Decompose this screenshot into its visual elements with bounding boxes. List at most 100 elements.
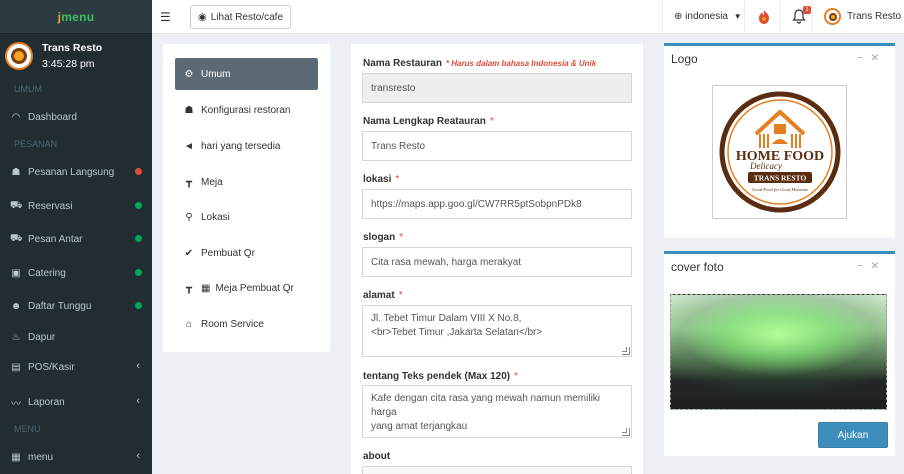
user-icon: ☻ [10, 300, 22, 312]
logo-image[interactable]: HOME FOOD Delicacy TRANS RESTO Good Food… [712, 85, 847, 219]
qrcode-icon: ▦ [201, 282, 211, 294]
handshake-icon: ✔ [184, 247, 194, 259]
top-navbar: ☰ ◉ Lihat Resto/cafe ⊕ indonesia ▼ 1 Tra… [152, 0, 904, 34]
status-dot-green [135, 202, 142, 209]
kitchen-alert-icon[interactable] [757, 9, 771, 28]
sidebar: jmenu Trans Resto 3:45:28 pm UMUM ◠ Dash… [0, 0, 152, 474]
caret-down-icon: ▼ [733, 12, 742, 21]
chevron-left-icon: ‹ [136, 360, 140, 372]
minimize-icon[interactable]: − [857, 261, 871, 272]
sidebar-user-panel: Trans Resto 3:45:28 pm [0, 34, 152, 78]
map-pin-icon: ⚲ [185, 211, 193, 223]
eye-icon: ◉ [198, 11, 207, 23]
hamburger-menu-icon[interactable]: ☰ [160, 10, 171, 24]
minimize-icon[interactable]: − [857, 53, 871, 64]
slogan-label: slogan * [363, 232, 404, 243]
sidebar-item-menu[interactable]: ▦ menu ‹ [0, 444, 152, 470]
settings-tab-meja[interactable]: ┳ Meja [175, 166, 318, 198]
avatar [824, 8, 841, 25]
language-dropdown[interactable]: ⊕ indonesia ▼ [674, 11, 742, 22]
home-icon: ⌂ [185, 318, 193, 330]
table-icon: ┳ [185, 282, 193, 294]
status-dot-red [135, 168, 142, 175]
sidebar-item-pesan-antar[interactable]: ⛟ Pesan Antar [0, 226, 152, 252]
view-resto-button[interactable]: ◉ Lihat Resto/cafe [190, 5, 291, 29]
status-dot-green [135, 235, 142, 242]
clipboard-icon: ▦ [11, 451, 21, 463]
cover-box-title: cover foto [671, 259, 724, 274]
logo-box-title: Logo [671, 51, 698, 66]
divider [812, 0, 813, 34]
full-name-label: Nama Lengkap Reatauran * [363, 116, 494, 127]
chevron-left-icon: ‹ [136, 450, 140, 462]
section-header-pesanan: PESANAN [14, 139, 58, 149]
notification-badge: 1 [803, 6, 811, 14]
address-label: alamat * [363, 290, 403, 301]
location-label: lokasi * [363, 174, 400, 185]
status-dot-green [135, 269, 142, 276]
close-icon[interactable]: ✕ [871, 53, 887, 64]
logo-text-tagline: Good Food for Good Moments [752, 187, 808, 192]
bullhorn-icon: ◄ [184, 140, 194, 152]
chart-line-icon: 〰 [11, 398, 21, 410]
logo-text-delicacy: Delicacy [749, 161, 782, 171]
divider [744, 0, 745, 34]
settings-tab-lokasi[interactable]: ⚲ Lokasi [175, 201, 318, 233]
sidebar-item-laporan[interactable]: 〰 Laporan ‹ [0, 389, 152, 415]
settings-tab-umum[interactable]: ⚙ Umum [175, 58, 318, 90]
divider [662, 0, 663, 34]
logo-box: Logo −✕ HOME FOOD Delicacy TRANS RESTO G… [664, 43, 895, 238]
resize-handle[interactable] [622, 428, 630, 436]
gear-icon: ⚙ [184, 68, 194, 80]
cover-photo-image[interactable] [670, 294, 887, 410]
gift-icon: ▣ [11, 267, 21, 279]
notification-bell-icon[interactable]: 1 [792, 6, 811, 27]
close-icon[interactable]: ✕ [871, 261, 887, 272]
status-dot-green [135, 302, 142, 309]
table-icon: ┳ [185, 176, 193, 188]
settings-tab-pembuat-qr[interactable]: ✔ Pembuat Qr [175, 237, 318, 269]
clock: 3:45:28 pm [42, 58, 95, 70]
settings-tab-meja-qr[interactable]: ┳ ▦ Meja Pembuat Qr [175, 272, 318, 304]
settings-tab-hari[interactable]: ◄ hari yang tersedia [175, 130, 318, 162]
short-text-textarea[interactable]: Kafe dengan cita rasa yang mewah namun m… [362, 385, 632, 438]
section-header-menu: MENU [14, 424, 41, 434]
sidebar-item-daftar-tunggu[interactable]: ☻ Daftar Tunggu [0, 293, 152, 319]
apply-button[interactable]: Ajukan [818, 422, 888, 448]
sidebar-item-reservasi[interactable]: ⛟ Reservasi [0, 193, 152, 219]
sidebar-item-catering[interactable]: ▣ Catering [0, 260, 152, 286]
about-editor-toolbar[interactable] [362, 466, 632, 474]
user-tie-icon: ☗ [11, 166, 21, 178]
user-menu[interactable]: Trans Resto [824, 8, 901, 25]
full-name-input[interactable]: Trans Resto [362, 131, 632, 161]
restaurant-name-input[interactable]: transresto [362, 73, 632, 103]
sidebar-item-dapur[interactable]: ♨ Dapur [0, 324, 152, 350]
gauge-icon: ◠ [11, 111, 21, 123]
cash-register-icon: ▤ [11, 361, 21, 373]
chef-hat-icon: ☗ [184, 104, 194, 116]
cover-box: cover foto −✕ Ajukan [664, 251, 895, 456]
settings-nav: ⚙ Umum ☗ Konfigurasi restoran ◄ hari yan… [163, 44, 330, 352]
sidebar-item-dashboard[interactable]: ◠ Dashboard [0, 104, 152, 130]
truck-icon: ⛟ [10, 232, 23, 244]
app-logo[interactable]: jmenu [0, 0, 152, 34]
car-icon: ⛟ [10, 199, 23, 211]
sidebar-user-name: Trans Resto [42, 42, 103, 54]
location-input[interactable]: https://maps.app.goo.gl/CW7RR5ptSobpnPDk… [362, 189, 632, 219]
avatar [5, 42, 33, 70]
divider [779, 0, 780, 34]
fire-icon: ♨ [11, 331, 21, 343]
short-text-label: tentang Teks pendek (Max 120) * [363, 371, 518, 382]
resize-handle[interactable] [622, 347, 630, 355]
settings-tab-room-service[interactable]: ⌂ Room Service [175, 308, 318, 340]
chevron-left-icon: ‹ [136, 395, 140, 407]
settings-tab-konfigurasi[interactable]: ☗ Konfigurasi restoran [175, 94, 318, 126]
sidebar-item-pesanan-langsung[interactable]: ☗ Pesanan Langsung [0, 159, 152, 185]
sidebar-item-pos-kasir[interactable]: ▤ POS/Kasir ‹ [0, 354, 152, 380]
slogan-input[interactable]: Cita rasa mewah, harga merakyat [362, 247, 632, 277]
logo-text-trans: TRANS RESTO [753, 174, 806, 183]
globe-icon: ⊕ [674, 11, 683, 22]
restaurant-name-label: Nama Restauran * Harus dalam bahasa Indon… [363, 58, 597, 69]
section-header-umum: UMUM [14, 84, 42, 94]
address-textarea[interactable]: Jl. Tebet Timur Dalam VIII X No.8, <br>T… [362, 305, 632, 357]
